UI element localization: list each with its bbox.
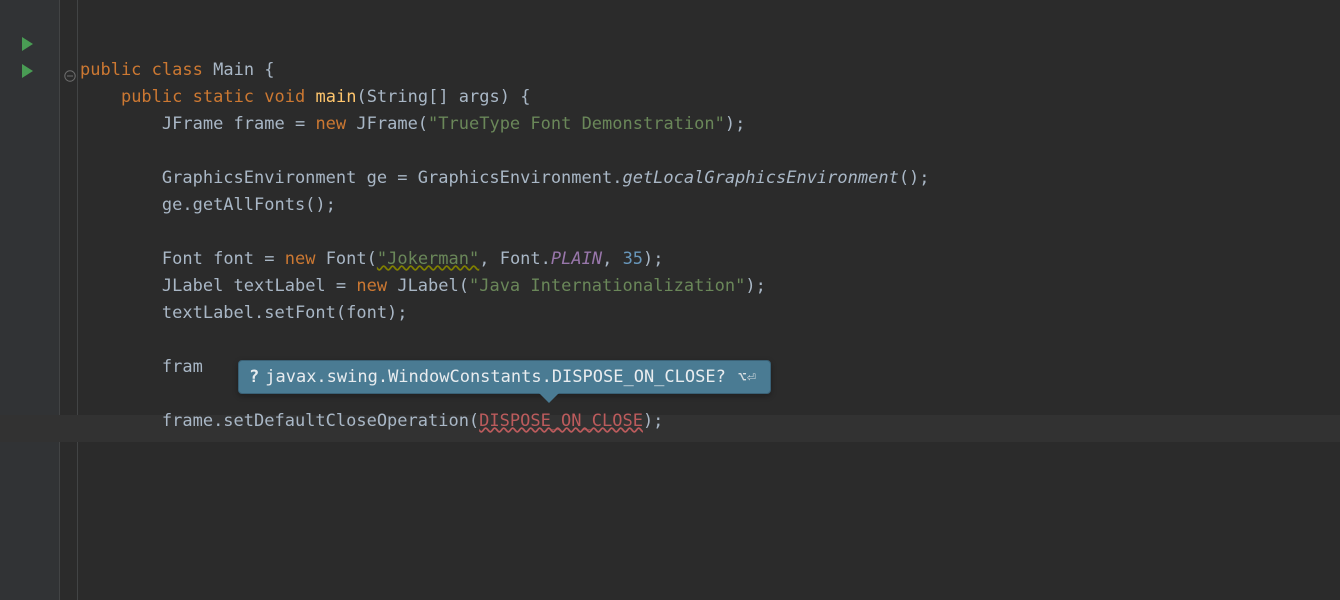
keyword: class bbox=[152, 60, 203, 80]
type: JLabel bbox=[162, 276, 223, 296]
static-method-call: getLocalGraphicsEnvironment bbox=[622, 168, 898, 188]
run-icon[interactable] bbox=[22, 64, 33, 78]
keyword: public bbox=[80, 60, 141, 80]
keyword: public bbox=[121, 87, 182, 107]
code-text: ); bbox=[643, 411, 663, 431]
intention-hint-popup[interactable]: ? javax.swing.WindowConstants.DISPOSE_ON… bbox=[238, 360, 771, 394]
hint-text: javax.swing.WindowConstants.DISPOSE_ON_C… bbox=[265, 367, 726, 387]
method-name: main bbox=[316, 87, 357, 107]
params: (String[] args) { bbox=[356, 87, 530, 107]
code-text: , bbox=[602, 249, 622, 269]
code-text: ge = GraphicsEnvironment. bbox=[356, 168, 622, 188]
type: Font( bbox=[315, 249, 376, 269]
string-literal: "TrueType Font Demonstration" bbox=[428, 114, 725, 134]
shortcut-hint: ⌥⏎ bbox=[738, 368, 756, 386]
type: Font bbox=[162, 249, 203, 269]
keyword: void bbox=[264, 87, 305, 107]
number-literal: 35 bbox=[623, 249, 643, 269]
type: JFrame bbox=[162, 114, 223, 134]
code-text: textLabel.setFont(font); bbox=[162, 303, 408, 323]
code-text: ge.getAllFonts(); bbox=[162, 195, 336, 215]
run-icon[interactable] bbox=[22, 37, 33, 51]
fold-toggle-icon[interactable] bbox=[64, 67, 76, 79]
code-text: frame = bbox=[223, 114, 315, 134]
keyword: new bbox=[315, 114, 346, 134]
string-literal-warn: "Jokerman" bbox=[377, 249, 479, 269]
question-icon: ? bbox=[249, 367, 259, 387]
unresolved-symbol: DISPOSE_ON_CLOSE bbox=[479, 411, 643, 431]
constant: PLAIN bbox=[551, 249, 602, 269]
fold-gutter bbox=[60, 0, 78, 600]
type: JFrame( bbox=[346, 114, 428, 134]
class-name: Main bbox=[213, 60, 254, 80]
code-text: , Font. bbox=[479, 249, 551, 269]
type: GraphicsEnvironment bbox=[162, 168, 356, 188]
code-text: font = bbox=[203, 249, 285, 269]
type: JLabel( bbox=[387, 276, 469, 296]
brace: { bbox=[254, 60, 274, 80]
code-text: ); bbox=[725, 114, 745, 134]
code-text: ); bbox=[643, 249, 663, 269]
code-text: ); bbox=[745, 276, 765, 296]
gutter bbox=[0, 0, 60, 600]
keyword: static bbox=[193, 87, 254, 107]
code-text: (); bbox=[899, 168, 930, 188]
string-literal: "Java Internationalization" bbox=[469, 276, 745, 296]
keyword: new bbox=[356, 276, 387, 296]
keyword: new bbox=[285, 249, 316, 269]
code-text: fram bbox=[162, 357, 203, 377]
code-text: textLabel = bbox=[223, 276, 356, 296]
code-text: frame.setDefaultCloseOperation( bbox=[162, 411, 479, 431]
